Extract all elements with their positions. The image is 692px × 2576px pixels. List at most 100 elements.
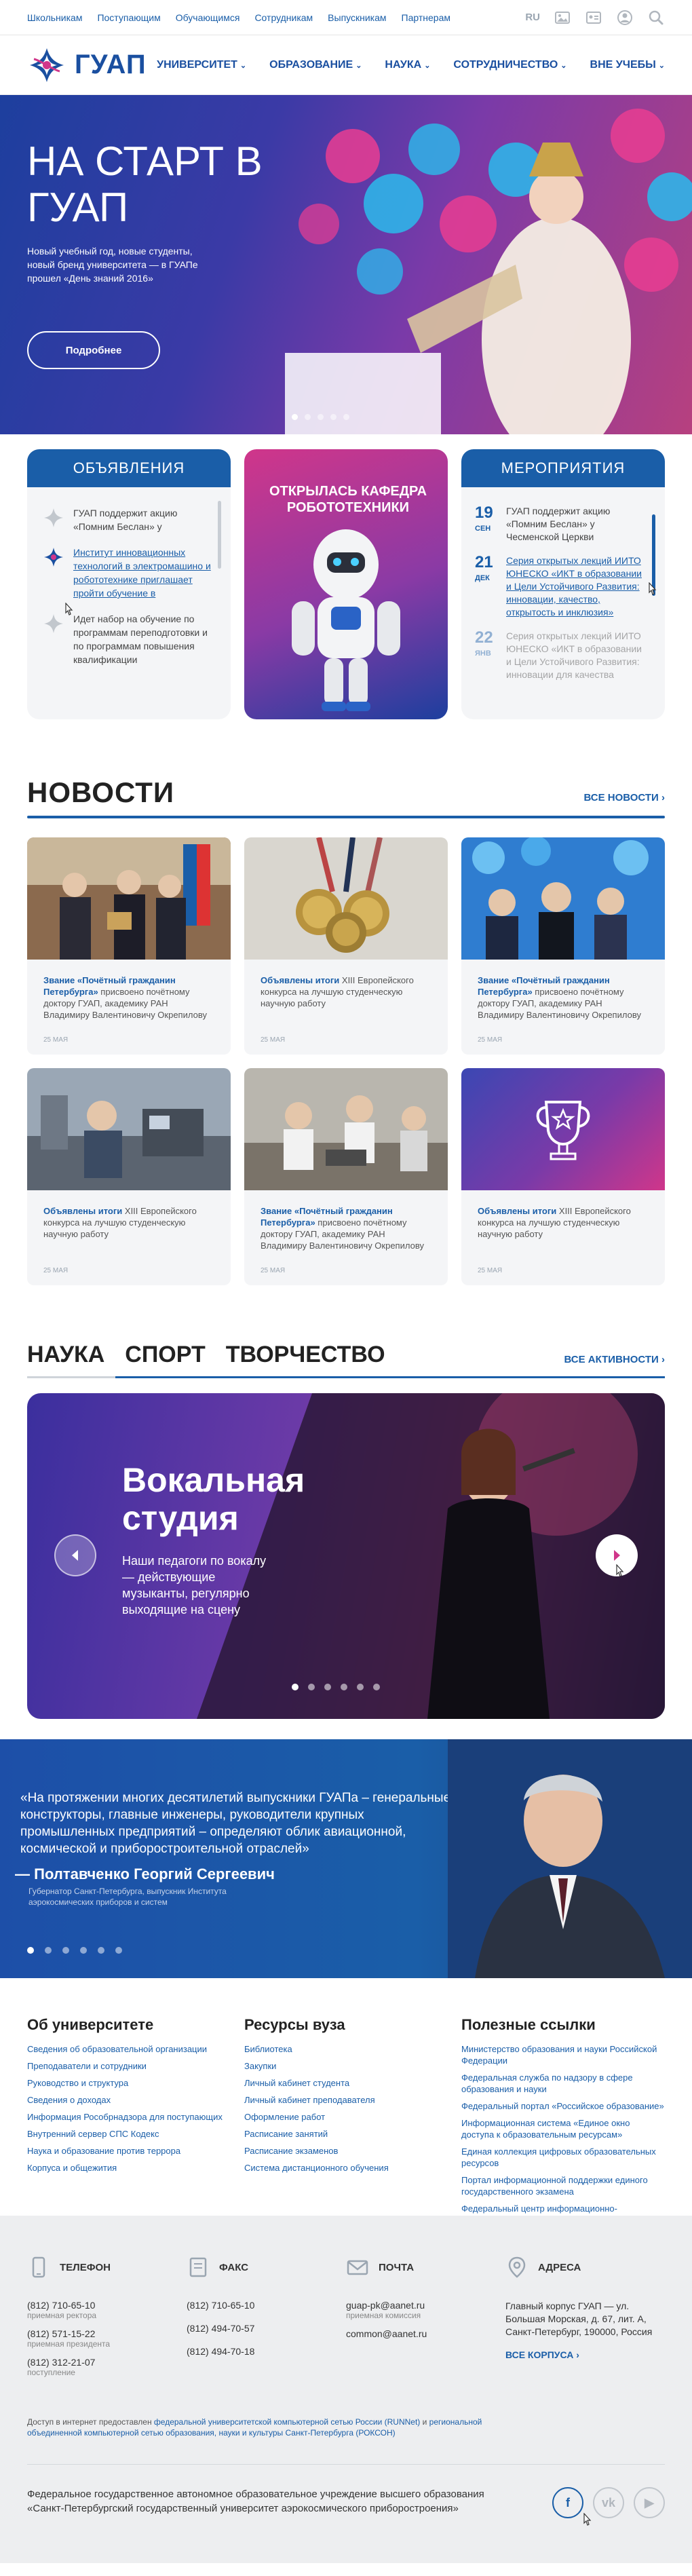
footer-link[interactable]: Оформление работ bbox=[244, 2111, 448, 2123]
event-item[interactable]: 19 сен ГУАП поддержит акцию «Помним Бесла… bbox=[461, 498, 665, 548]
phone-number[interactable]: (812) 312-21-07 bbox=[27, 2357, 187, 2368]
quote-author: — Полтавченко Георгий Сергеевич bbox=[15, 1865, 275, 1882]
audience-link-alumni[interactable]: Выпускникам bbox=[328, 12, 386, 23]
image-icon[interactable] bbox=[554, 9, 571, 26]
footer-link[interactable]: Корпуса и общежития bbox=[27, 2162, 231, 2174]
slide-prev-button[interactable] bbox=[54, 1534, 96, 1576]
news-card[interactable]: Звание «Почётный гражданин Петербурга» п… bbox=[244, 1068, 448, 1285]
menu-item-extracurricular[interactable]: Вне учебы ⌄ bbox=[590, 59, 665, 71]
news-card[interactable]: Звание «Почётный гражданин Петербурга» п… bbox=[27, 837, 231, 1055]
menu-item-education[interactable]: Образование ⌄ bbox=[269, 59, 362, 71]
activity-dot[interactable] bbox=[373, 1684, 380, 1690]
audience-link-applicants[interactable]: Поступающим bbox=[97, 12, 160, 23]
all-buildings-link[interactable]: Все корпуса › bbox=[505, 2349, 665, 2360]
tab-sport[interactable]: Спорт bbox=[125, 1342, 205, 1372]
announcement-item[interactable]: ГУАП поддержит акцию «Помним Беслан» у bbox=[27, 499, 231, 539]
audience-link-students[interactable]: Обучающимся bbox=[176, 12, 240, 23]
activity-dot[interactable] bbox=[341, 1684, 347, 1690]
hero-dot[interactable] bbox=[305, 414, 311, 420]
quote-dot[interactable] bbox=[115, 1947, 122, 1954]
footer-link[interactable]: Система дистанционного обучения bbox=[244, 2162, 448, 2174]
hero-dot[interactable] bbox=[318, 414, 324, 420]
footer-link[interactable]: Единая коллекция цифровых образовательны… bbox=[461, 2146, 665, 2169]
hero-banner: На старт в ГУАП Новый учебный год, новые… bbox=[0, 95, 692, 434]
announcements-scrollbar[interactable] bbox=[218, 501, 221, 569]
footer-link[interactable]: Информационная система «Единое окно дост… bbox=[461, 2117, 665, 2140]
quote-dot[interactable] bbox=[80, 1947, 87, 1954]
footer-link[interactable]: Преподаватели и сотрудники bbox=[27, 2060, 231, 2072]
news-grid: Звание «Почётный гражданин Петербурга» п… bbox=[0, 818, 692, 1285]
activity-dot[interactable] bbox=[308, 1684, 315, 1690]
footer-link[interactable]: Сведения об образовательной организации bbox=[27, 2043, 231, 2055]
announcement-item[interactable]: Идет набор на обучение по программам пер… bbox=[27, 605, 231, 672]
footer-link[interactable]: Федеральный портал «Российское образован… bbox=[461, 2100, 665, 2112]
hero-dot[interactable] bbox=[292, 414, 298, 420]
logo[interactable]: ГУАП bbox=[27, 45, 147, 85]
quote-dot[interactable] bbox=[98, 1947, 104, 1954]
footer-link[interactable]: Закупки bbox=[244, 2060, 448, 2072]
tab-creativity[interactable]: Творчество bbox=[226, 1342, 385, 1372]
activity-dot[interactable] bbox=[292, 1684, 299, 1690]
footer-link[interactable]: Портал информационной поддержки единого … bbox=[461, 2174, 665, 2197]
news-card[interactable]: Объявлены итоги XIII Европейского конкур… bbox=[244, 837, 448, 1055]
contact-fax-header: Факс bbox=[187, 2254, 346, 2281]
audience-link-staff[interactable]: Сотрудникам bbox=[254, 12, 313, 23]
footer-link[interactable]: Расписание занятий bbox=[244, 2128, 448, 2140]
menu-item-university[interactable]: Университет ⌄ bbox=[157, 59, 246, 71]
footer-link[interactable]: Внутренний сервер СПС Кодекс bbox=[27, 2128, 231, 2140]
news-text-bold: Объявлены итоги bbox=[43, 1206, 123, 1216]
cursor-icon bbox=[583, 2513, 592, 2526]
vk-icon[interactable]: vk bbox=[593, 2487, 624, 2518]
menu-item-science[interactable]: Наука ⌄ bbox=[385, 59, 430, 71]
audience-link-schoolchildren[interactable]: Школьникам bbox=[27, 12, 82, 23]
email-address[interactable]: common@aanet.ru bbox=[346, 2328, 505, 2339]
fax-number[interactable]: (812) 710-65-10 bbox=[187, 2300, 346, 2311]
language-switch[interactable]: RU bbox=[525, 12, 540, 23]
contact-fax-title: Факс bbox=[219, 2261, 249, 2273]
news-card[interactable]: Объявлены итоги XIII Европейского конкур… bbox=[461, 1068, 665, 1285]
footer-col-useful: Полезные ссылки Министерство образования… bbox=[461, 2016, 665, 2225]
event-item[interactable]: 21 дек Серия открытых лекций ИИТО ЮНЕСКО … bbox=[461, 548, 665, 623]
news-card[interactable]: Объявлены итоги XIII Европейского конкур… bbox=[27, 1068, 231, 1285]
announcement-item[interactable]: Институт инновационных технологий в элек… bbox=[27, 539, 231, 605]
footer-link[interactable]: Министерство образования и науки Российс… bbox=[461, 2043, 665, 2066]
facebook-icon[interactable]: f bbox=[552, 2487, 583, 2518]
hero-dot[interactable] bbox=[343, 414, 349, 420]
tab-science[interactable]: Наука bbox=[27, 1342, 104, 1372]
menu-item-cooperation[interactable]: Сотрудничество ⌄ bbox=[453, 59, 566, 71]
news-card[interactable]: Звание «Почётный гражданин Петербурга» п… bbox=[461, 837, 665, 1055]
id-card-icon[interactable] bbox=[585, 9, 602, 26]
footer-link[interactable]: Руководство и структура bbox=[27, 2077, 231, 2089]
phone-number[interactable]: (812) 571-15-22 bbox=[27, 2328, 187, 2339]
footer-link[interactable]: Расписание экзаменов bbox=[244, 2145, 448, 2157]
activity-dot[interactable] bbox=[324, 1684, 331, 1690]
footer-link[interactable]: Информация Рособрнадзора для поступающих bbox=[27, 2111, 231, 2123]
promo-robotics-card[interactable]: Открылась кафедра робототехники bbox=[244, 449, 448, 719]
youtube-icon[interactable]: ▶ bbox=[634, 2487, 665, 2518]
audience-link-partners[interactable]: Партнерам bbox=[402, 12, 450, 23]
event-item[interactable]: 22 янв Серия открытых лекций ИИТО ЮНЕСКО … bbox=[461, 623, 665, 685]
footer-link[interactable]: Сведения о доходах bbox=[27, 2094, 231, 2106]
footer-link[interactable]: Наука и образование против террора bbox=[27, 2145, 231, 2157]
quote-dot[interactable] bbox=[45, 1947, 52, 1954]
footer-link[interactable]: Личный кабинет преподавателя bbox=[244, 2094, 448, 2106]
hero-dot[interactable] bbox=[330, 414, 337, 420]
quote-dot[interactable] bbox=[27, 1947, 34, 1954]
fax-number[interactable]: (812) 494-70-18 bbox=[187, 2346, 346, 2357]
hero-more-button[interactable]: Подробнее bbox=[27, 331, 160, 369]
search-icon[interactable] bbox=[647, 9, 665, 26]
quote-dot[interactable] bbox=[62, 1947, 69, 1954]
user-icon[interactable] bbox=[616, 9, 634, 26]
footer-link[interactable]: Библиотека bbox=[244, 2043, 448, 2055]
activity-dot[interactable] bbox=[357, 1684, 364, 1690]
email-address[interactable]: guap-pk@aanet.ru bbox=[346, 2300, 505, 2311]
all-activities-link[interactable]: Все активности › bbox=[564, 1354, 665, 1372]
phone-number[interactable]: (812) 710-65-10 bbox=[27, 2300, 187, 2311]
news-date: 25 мая bbox=[43, 1036, 69, 1044]
footer-link[interactable]: Федеральная служба по надзору в сфере об… bbox=[461, 2072, 665, 2095]
page: Школьникам Поступающим Обучающимся Сотру… bbox=[0, 0, 692, 2563]
all-news-link[interactable]: Все новости › bbox=[584, 792, 665, 809]
fax-number[interactable]: (812) 494-70-57 bbox=[187, 2323, 346, 2334]
footer-link[interactable]: Личный кабинет студента bbox=[244, 2077, 448, 2089]
runnet-link[interactable]: федеральной университетской компьютерной… bbox=[154, 2417, 420, 2427]
